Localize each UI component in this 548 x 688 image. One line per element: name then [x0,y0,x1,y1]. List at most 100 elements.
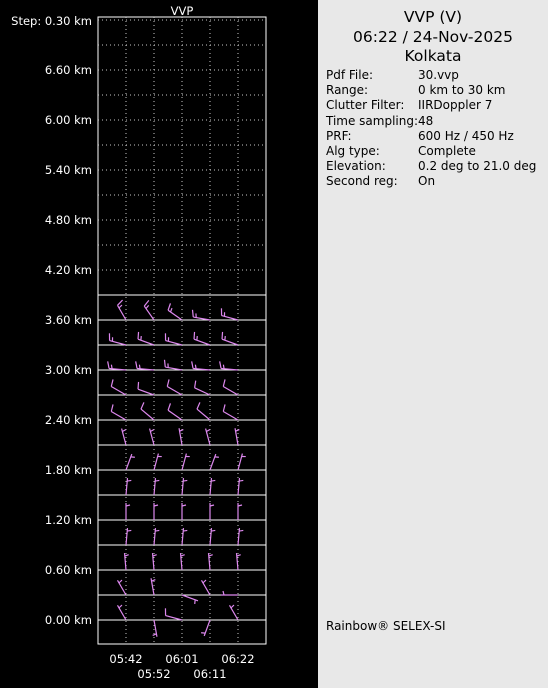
barb-feather [118,604,123,609]
wind-barb [143,300,155,321]
barb-feather [155,479,160,482]
barb-shaft [140,408,155,421]
wind-barb [153,528,160,546]
wind-barb [107,361,127,371]
barb-feather [180,554,185,557]
barb-shaft [222,385,239,396]
wind-barb [237,503,243,520]
wind-barb [181,478,188,496]
barb-feather [145,305,150,309]
barb-shaft [165,615,183,621]
wind-barb [125,478,132,496]
info-value: 30.vvp [418,68,459,82]
barb-feather [167,303,172,311]
barb-feather [237,504,243,507]
barb-feather [127,529,132,532]
barb-feather [137,331,140,340]
barb-shaft [196,408,211,421]
wind-barb [137,331,155,346]
wind-barb [237,478,244,496]
barb-feather [138,364,141,369]
barb-feather [222,379,226,387]
barb-feather [239,479,244,482]
barb-feather [181,504,187,507]
wind-barb [219,361,239,371]
wind-barb [153,503,159,520]
x-tick-label: 05:42 [109,652,142,666]
barb-feather [191,309,194,318]
barb-feather [183,479,188,482]
wind-barb [234,428,240,446]
barb-shaft [137,388,155,396]
wind-barb [191,361,211,371]
wind-barb [200,579,211,596]
barb-shaft [167,409,183,421]
info-label: Pdf File: [326,68,374,82]
wind-barb [237,528,244,546]
y-tick-label: 1.20 km [45,513,92,527]
wind-barb [163,359,183,371]
info-row: Time sampling: 48 [326,114,536,129]
wind-barb [150,578,156,596]
wind-barb [149,428,155,446]
info-row: Alg type: Complete [326,144,536,159]
barb-feather [222,364,225,369]
vvp-chart: VVP Step: 0.30 km 0.00 km 0.60 km 1.20 km 1… [11,4,267,681]
chart-grid [97,16,267,645]
barb-feather [209,504,215,507]
barb-shaft [166,385,183,396]
step-label: Step: 0.30 km [11,14,92,28]
barb-feather [196,402,201,410]
barb-feather [124,554,129,557]
barb-shaft [222,410,239,421]
info-row: Clutter Filter: IIRDoppler 7 [326,98,536,113]
wind-barb [153,453,162,471]
info-row: Second reg: On [326,174,536,189]
info-value: Complete [418,144,476,159]
y-tick-label: 1.80 km [45,463,92,477]
info-label: Alg type: [326,144,380,159]
info-value: 48 [418,113,434,128]
wind-barb [181,594,199,604]
info-panel: VVP (V) 06:22 / 24-Nov-2025 Kolkata Pdf … [318,0,548,688]
wind-barb [222,404,239,421]
info-value: 0.2 deg to 21.0 deg [418,159,537,174]
wind-barb [209,478,216,496]
barb-feather [110,404,114,412]
barb-feather [152,633,157,637]
y-tick-label: 6.00 km [45,113,92,127]
wind-barb [116,604,127,621]
wind-barb [140,402,155,421]
wind-barb [135,361,155,371]
barb-feather [202,579,207,584]
wind-barb [123,553,129,571]
info-label: Elevation: [326,159,386,174]
barb-feather [219,361,222,369]
wind-barb [209,453,219,471]
barb-feather [107,361,110,369]
barb-feather [179,428,184,432]
wind-barb [207,553,213,571]
wind-barb [181,453,190,471]
wind-barb [152,619,158,637]
wind-barb [228,604,239,621]
info-value: 600 Hz / 450 Hz [418,128,514,143]
info-value: On [418,174,436,189]
barb-feather [211,479,216,482]
barb-feather [166,379,170,387]
wind-barb [222,379,239,396]
barb-feather [235,428,240,432]
wind-barb [194,380,211,396]
x-axis-ticks: 05:42 06:01 06:22 05:52 06:11 [109,652,254,681]
info-row: Range: 0 km to 30 km [326,83,536,98]
brand-label: Rainbow® SELEX-SI [326,619,446,633]
wind-barb [110,404,127,421]
barb-feather [150,428,155,433]
barb-feather [135,361,138,369]
wind-barb [125,503,131,520]
wind-barb [116,299,127,321]
x-tick-label: 06:01 [165,652,198,666]
wind-barb [205,428,211,446]
y-tick-label: 3.60 km [45,313,92,327]
info-label: PRF: [326,128,352,143]
